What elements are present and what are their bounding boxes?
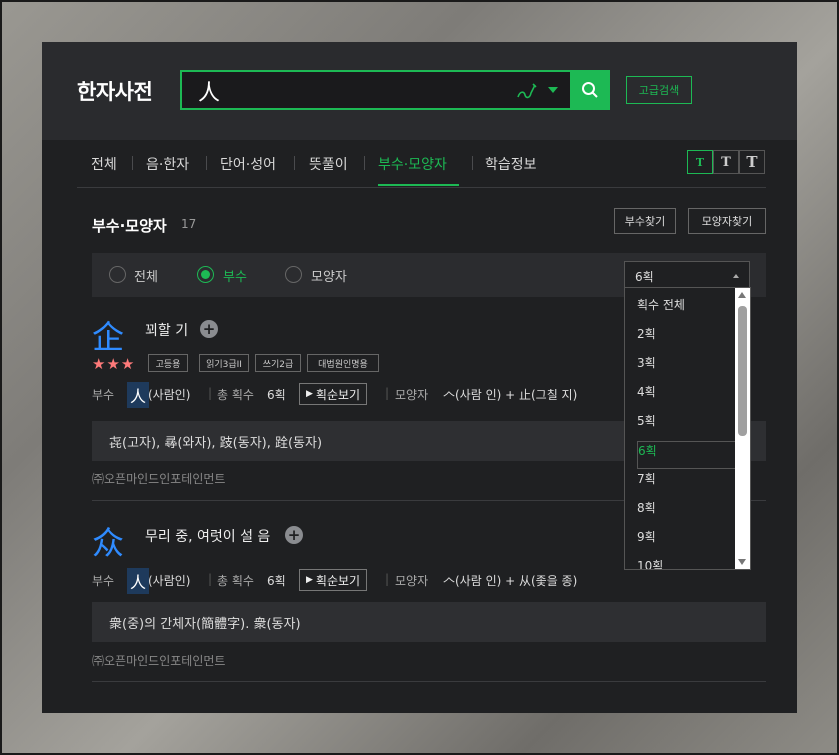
radical-name: (사람인) (148, 574, 191, 588)
radio-shape-label[interactable]: 모양자 (311, 266, 347, 285)
advanced-search-button[interactable]: 고급검색 (626, 76, 692, 104)
dropdown-option[interactable]: 4획 (637, 383, 656, 400)
shape-components[interactable]: 𠆢(사람 인) + 止(그칠 지) (443, 386, 577, 403)
variant-text[interactable]: 衆(중)의 간체자(簡體字). 衆(동자) (109, 613, 301, 632)
stroke-total-label: 총 획수 (217, 574, 254, 588)
radio-all-label[interactable]: 전체 (134, 266, 158, 285)
shape-components[interactable]: 𠆢(사람 인) + 从(좇을 종) (443, 572, 577, 589)
tab-divider (132, 156, 133, 170)
add-vocabulary-icon[interactable]: + (200, 320, 218, 338)
stroke-select-value: 6획 (635, 270, 654, 284)
tab-definition[interactable]: 뜻풀이 (309, 154, 348, 174)
find-radical-button[interactable]: 부수찾기 (614, 208, 676, 234)
chevron-up-icon (733, 274, 739, 278)
dropdown-option[interactable]: 3획 (637, 354, 656, 371)
stroke-total-value: 6획 (267, 388, 286, 402)
variant-text[interactable]: 㐂(고자), 㝷(와자), 跂(동자), 跧(동자) (109, 432, 322, 451)
level-badge: 읽기3급II (199, 354, 249, 372)
radical-label: 부수 (92, 574, 115, 588)
search-icon (582, 82, 598, 98)
font-size-large-button[interactable]: T (739, 150, 765, 174)
variant-chars: 衆(중)의 간체자(簡體字). 衆(동자) (92, 602, 766, 642)
search-input[interactable] (196, 75, 500, 107)
info-divider: | (208, 572, 213, 586)
radical-char[interactable]: 人 (127, 568, 150, 594)
shape-label: 모양자 (395, 574, 429, 588)
tab-radical-shape[interactable]: 부수·모양자 (378, 154, 447, 174)
play-icon: ▶ (306, 575, 313, 585)
search-box (180, 70, 610, 110)
dropdown-option[interactable]: 7획 (637, 470, 656, 487)
logo[interactable]: 한자사전 (77, 76, 153, 106)
radical-label: 부수 (92, 388, 115, 402)
handwriting-pen-icon[interactable] (516, 81, 538, 101)
dropdown-option[interactable]: 2획 (637, 325, 656, 342)
scroll-up-icon[interactable] (738, 292, 746, 298)
shape-label: 모양자 (395, 388, 429, 402)
chevron-down-icon[interactable] (548, 87, 558, 93)
section-title: 부수·모양자 (92, 217, 167, 235)
stroke-count-select[interactable]: 6획 (624, 261, 750, 289)
stroke-total-value: 6획 (267, 574, 286, 588)
level-badge: 대법원인명용 (307, 354, 379, 372)
level-badge: 고등용 (148, 354, 188, 372)
radio-radical[interactable] (197, 266, 214, 283)
radio-all[interactable] (109, 266, 126, 283)
stroke-total-label: 총 획수 (217, 388, 254, 402)
stroke-order-button[interactable]: ▶ 획순보기 (299, 569, 368, 591)
tab-words-idioms[interactable]: 단어·성어 (220, 154, 276, 174)
scrollbar-thumb[interactable] (738, 306, 747, 436)
dropdown-option[interactable]: 9획 (637, 528, 656, 545)
info-divider: | (385, 572, 390, 586)
importance-stars: ★★★ (92, 355, 136, 373)
tab-divider (206, 156, 207, 170)
radical-char[interactable]: 人 (127, 382, 150, 408)
dropdown-option[interactable]: 8획 (637, 499, 656, 516)
result-count: 17 (181, 217, 197, 231)
play-icon: ▶ (306, 389, 313, 399)
tab-divider (364, 156, 365, 170)
dropdown-option[interactable]: 10획 (637, 557, 663, 569)
tab-study-info[interactable]: 학습정보 (485, 154, 537, 174)
tab-sound-hanja[interactable]: 음·한자 (146, 154, 189, 174)
hanja-dictionary-app: 한자사전 고급검색 전체 음·한자 단어·성어 뜻풀이 부수·모양자 학습정보 (42, 42, 797, 713)
font-size-medium-button[interactable]: T (713, 150, 739, 174)
tab-all[interactable]: 전체 (91, 154, 117, 174)
dropdown-option[interactable]: 획수 전체 (637, 296, 685, 313)
radio-shape[interactable] (285, 266, 302, 283)
hanja-meaning[interactable]: 꾀할 기 (145, 320, 188, 340)
hanja-meaning[interactable]: 무리 중, 여럿이 설 음 (145, 526, 270, 546)
add-vocabulary-icon[interactable]: + (285, 526, 303, 544)
hanja-char[interactable]: 众 (92, 518, 124, 564)
entry-divider (92, 681, 766, 682)
divider (77, 187, 766, 188)
font-size-small-button[interactable]: T (687, 150, 713, 174)
hanja-char[interactable]: 企 (92, 312, 124, 358)
source-credit: ㈜오픈마인드인포테인먼트 (92, 654, 226, 668)
entry-info-row: 부수 人 (사람인) | 총 획수 6획 ▶ 획순보기 | 모양자 𠆢(사람 인… (92, 568, 766, 594)
tab-divider (294, 156, 295, 170)
source-credit: ㈜오픈마인드인포테인먼트 (92, 472, 226, 486)
dropdown-option-selected[interactable]: 6획 (637, 441, 750, 469)
scroll-down-icon[interactable] (738, 559, 746, 565)
info-divider: | (208, 386, 213, 400)
dropdown-scrollbar[interactable] (735, 288, 750, 569)
dropdown-option[interactable]: 5획 (637, 412, 656, 429)
radio-radical-label[interactable]: 부수 (223, 266, 247, 285)
active-tab-indicator (378, 184, 459, 186)
stroke-count-dropdown[interactable]: 획수 전체 2획 3획 4획 5획 6획 7획 8획 9획 10획 (624, 287, 751, 570)
find-shape-button[interactable]: 모양자찾기 (688, 208, 766, 234)
tab-bar: 전체 음·한자 단어·성어 뜻풀이 부수·모양자 학습정보 (42, 140, 797, 188)
level-badge: 쓰기2급 (255, 354, 301, 372)
stroke-order-label: 획순보기 (315, 573, 361, 588)
info-divider: | (385, 386, 390, 400)
stroke-order-button[interactable]: ▶ 획순보기 (299, 383, 368, 405)
header: 한자사전 고급검색 (42, 42, 797, 140)
tab-divider (472, 156, 473, 170)
search-button[interactable] (570, 70, 610, 110)
radical-name: (사람인) (148, 388, 191, 402)
stroke-order-label: 획순보기 (315, 387, 361, 402)
